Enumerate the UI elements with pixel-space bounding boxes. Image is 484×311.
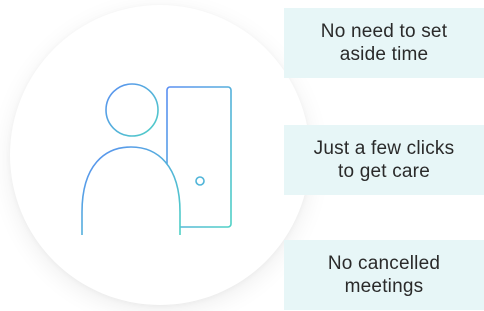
benefit-text-line: No need to set (320, 21, 448, 42)
benefit-card-no-cancellations: No cancelled meetings (284, 240, 484, 310)
benefit-text-line: Just a few clicks (313, 138, 455, 159)
person-with-phone-icon (81, 83, 232, 235)
benefits-section: No need to set aside time Just a few cli… (0, 0, 484, 311)
benefit-text-line: meetings (344, 276, 424, 297)
benefit-card-no-time: No need to set aside time (284, 8, 484, 78)
phone-home-button (195, 176, 205, 186)
benefit-text-line: to get care (338, 161, 430, 182)
benefit-text-line: No cancelled (327, 253, 441, 274)
person-head (105, 83, 159, 137)
benefit-text-line: aside time (339, 44, 429, 65)
person-body (81, 146, 181, 235)
benefit-card-few-clicks: Just a few clicks to get care (284, 125, 484, 195)
